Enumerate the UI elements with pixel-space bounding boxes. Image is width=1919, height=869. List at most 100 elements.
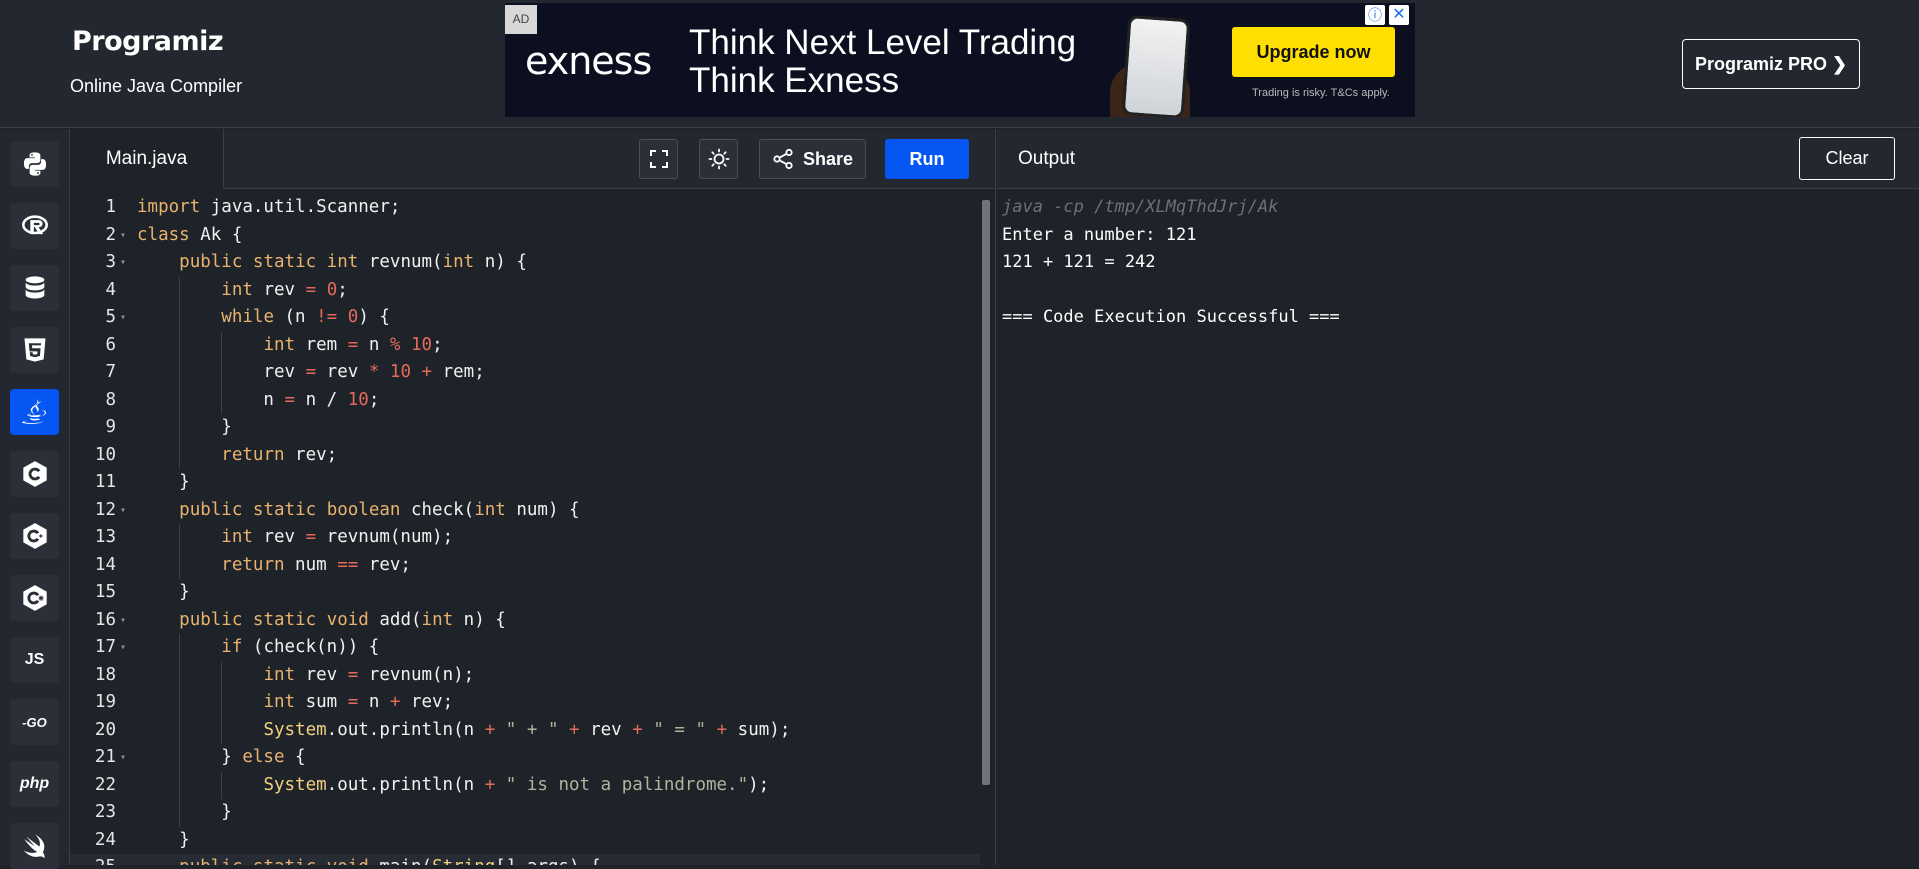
output-title: Output: [1018, 148, 1076, 169]
code-text: int rev = 0;: [221, 279, 348, 300]
c-icon[interactable]: [10, 451, 59, 497]
run-button[interactable]: Run: [885, 139, 969, 179]
code-line[interactable]: 16 ▾ public static void add(int n) {: [70, 607, 980, 635]
code-line[interactable]: 25 ▾ public static void main(String[] arg…: [70, 854, 980, 865]
output-header: Output Clear: [995, 129, 1919, 189]
editor-scrollbar[interactable]: [982, 200, 990, 785]
sun-icon: [708, 148, 729, 170]
line-number: 13: [94, 527, 116, 547]
swift-icon[interactable]: [10, 823, 59, 869]
programiz-pro-button[interactable]: Programiz PRO ❯: [1682, 39, 1860, 89]
code-line[interactable]: 20 System.out.println(n + " + " + rev + …: [70, 717, 980, 745]
code-text: }: [137, 582, 190, 602]
code-text: System.out.println(n + " is not a palind…: [263, 774, 770, 795]
code-line[interactable]: 18 int rev = revnum(n);: [70, 662, 980, 690]
fold-toggle-icon[interactable]: ▾: [120, 634, 126, 662]
output-line: Enter a number: 121: [1002, 224, 1197, 245]
fold-toggle-icon[interactable]: ▾: [120, 497, 126, 525]
code-line[interactable]: 15 }: [70, 579, 980, 607]
fold-toggle-icon[interactable]: ▾: [120, 222, 126, 250]
code-text: public static int revnum(int n) {: [179, 252, 527, 272]
code-text: public static void add(int n) {: [179, 609, 506, 630]
code-text: rev = rev * 10 + rem;: [137, 362, 485, 382]
fullscreen-icon: [649, 150, 668, 168]
code-text: int sum = n + rev;: [263, 692, 454, 712]
line-number: 4: [105, 279, 116, 300]
line-number: 21: [94, 747, 116, 767]
line-number: 8: [105, 389, 116, 410]
code-line[interactable]: 24 }: [70, 827, 980, 855]
code-line[interactable]: 3 ▾ public static int revnum(int n) {: [70, 249, 980, 277]
code-line[interactable]: 12 ▾ public static boolean check(int num)…: [70, 497, 980, 525]
output-console[interactable]: java -cp /tmp/XLMqThdJrj/Ak Enter a numbe…: [995, 189, 1919, 865]
line-number: 24: [94, 829, 116, 850]
code-line[interactable]: 9 }: [70, 414, 980, 442]
share-icon: [773, 148, 793, 170]
fold-toggle-icon[interactable]: ▾: [120, 854, 126, 865]
code-line[interactable]: 8 n = n / 10;: [70, 387, 980, 415]
line-number: 12: [94, 499, 116, 520]
line-number: 20: [94, 719, 116, 740]
code-line[interactable]: 6 int rem = n % 10;: [70, 332, 980, 360]
r-icon[interactable]: [10, 203, 59, 249]
fullscreen-button[interactable]: [639, 139, 678, 179]
code-editor[interactable]: 1 import java.util.Scanner; 2 ▾ class Ak {3 ▾…: [70, 189, 994, 865]
share-button[interactable]: Share: [759, 139, 866, 179]
top-bar: Programiz Online Java Compiler AD exness…: [0, 0, 1919, 128]
code-line[interactable]: 21 ▾ } else {: [70, 744, 980, 772]
ad-brand: exness: [525, 39, 652, 83]
code-text: }: [137, 472, 190, 492]
clear-button[interactable]: Clear: [1799, 137, 1895, 180]
csharp-icon[interactable]: [10, 575, 59, 621]
java-icon[interactable]: [10, 389, 59, 435]
theme-toggle-button[interactable]: [699, 139, 738, 179]
code-line[interactable]: 4 int rev = 0;: [70, 277, 980, 305]
indent-guide: [179, 276, 181, 469]
fold-toggle-icon[interactable]: ▾: [120, 304, 126, 332]
php-icon[interactable]: php: [10, 761, 59, 807]
code-line[interactable]: 7 rev = rev * 10 + rem;: [70, 359, 980, 387]
html5-icon[interactable]: [10, 327, 59, 373]
code-text: class Ak {: [137, 224, 243, 245]
code-text: }: [137, 829, 190, 850]
code-text: while (n != 0) {: [221, 307, 390, 327]
code-line[interactable]: 13 int rev = revnum(num);: [70, 524, 980, 552]
ad-banner[interactable]: AD exness Think Next Level Trading Think…: [505, 3, 1415, 117]
code-line[interactable]: 2 ▾ class Ak {: [70, 222, 980, 250]
code-line[interactable]: 14 return num == rev;: [70, 552, 980, 580]
database-icon[interactable]: [10, 265, 59, 311]
ad-info-icon[interactable]: ⓘ: [1365, 5, 1385, 25]
go-icon[interactable]: -GO: [10, 699, 59, 745]
ad-close-icon[interactable]: ✕: [1389, 5, 1409, 25]
ad-disclaimer: Trading is risky. T&Cs apply.: [1252, 87, 1390, 99]
code-line[interactable]: 23 }: [70, 799, 980, 827]
fold-toggle-icon[interactable]: ▾: [120, 607, 126, 635]
code-text: }: [137, 417, 232, 437]
ad-upgrade-button[interactable]: Upgrade now: [1232, 27, 1395, 77]
code-text: int rem = n % 10;: [263, 334, 443, 355]
code-line[interactable]: 17 ▾ if (check(n)) {: [70, 634, 980, 662]
code-line[interactable]: 11 }: [70, 469, 980, 497]
output-command: java -cp /tmp/XLMqThdJrj/Ak: [1002, 197, 1279, 217]
fold-toggle-icon[interactable]: ▾: [120, 249, 126, 277]
fold-toggle-icon[interactable]: ▾: [120, 744, 126, 772]
file-tab-main-java[interactable]: Main.java: [70, 129, 224, 189]
output-line: === Code Execution Successful ===: [1002, 307, 1340, 327]
indent-guide: [221, 331, 223, 414]
code-line[interactable]: 19 int sum = n + rev;: [70, 689, 980, 717]
code-text: } else {: [137, 747, 306, 767]
editor-header: Main.java Share Run: [70, 129, 994, 189]
python-icon[interactable]: [10, 141, 59, 187]
javascript-icon[interactable]: JS: [10, 637, 59, 683]
code-line[interactable]: 5 ▾ while (n != 0) {: [70, 304, 980, 332]
code-text: public static void main(String[] args) {: [137, 854, 600, 865]
code-line[interactable]: 10 return rev;: [70, 442, 980, 470]
programiz-logo[interactable]: Programiz: [72, 26, 224, 57]
line-number: 11: [94, 472, 116, 492]
code-line[interactable]: 1 import java.util.Scanner;: [70, 194, 980, 222]
code-text: System.out.println(n + " + " + rev + " =…: [263, 719, 791, 740]
line-number: 2: [105, 224, 116, 245]
code-line[interactable]: 22 System.out.println(n + " is not a pal…: [70, 772, 980, 800]
cpp-icon[interactable]: [10, 513, 59, 559]
line-number: 14: [94, 554, 116, 575]
